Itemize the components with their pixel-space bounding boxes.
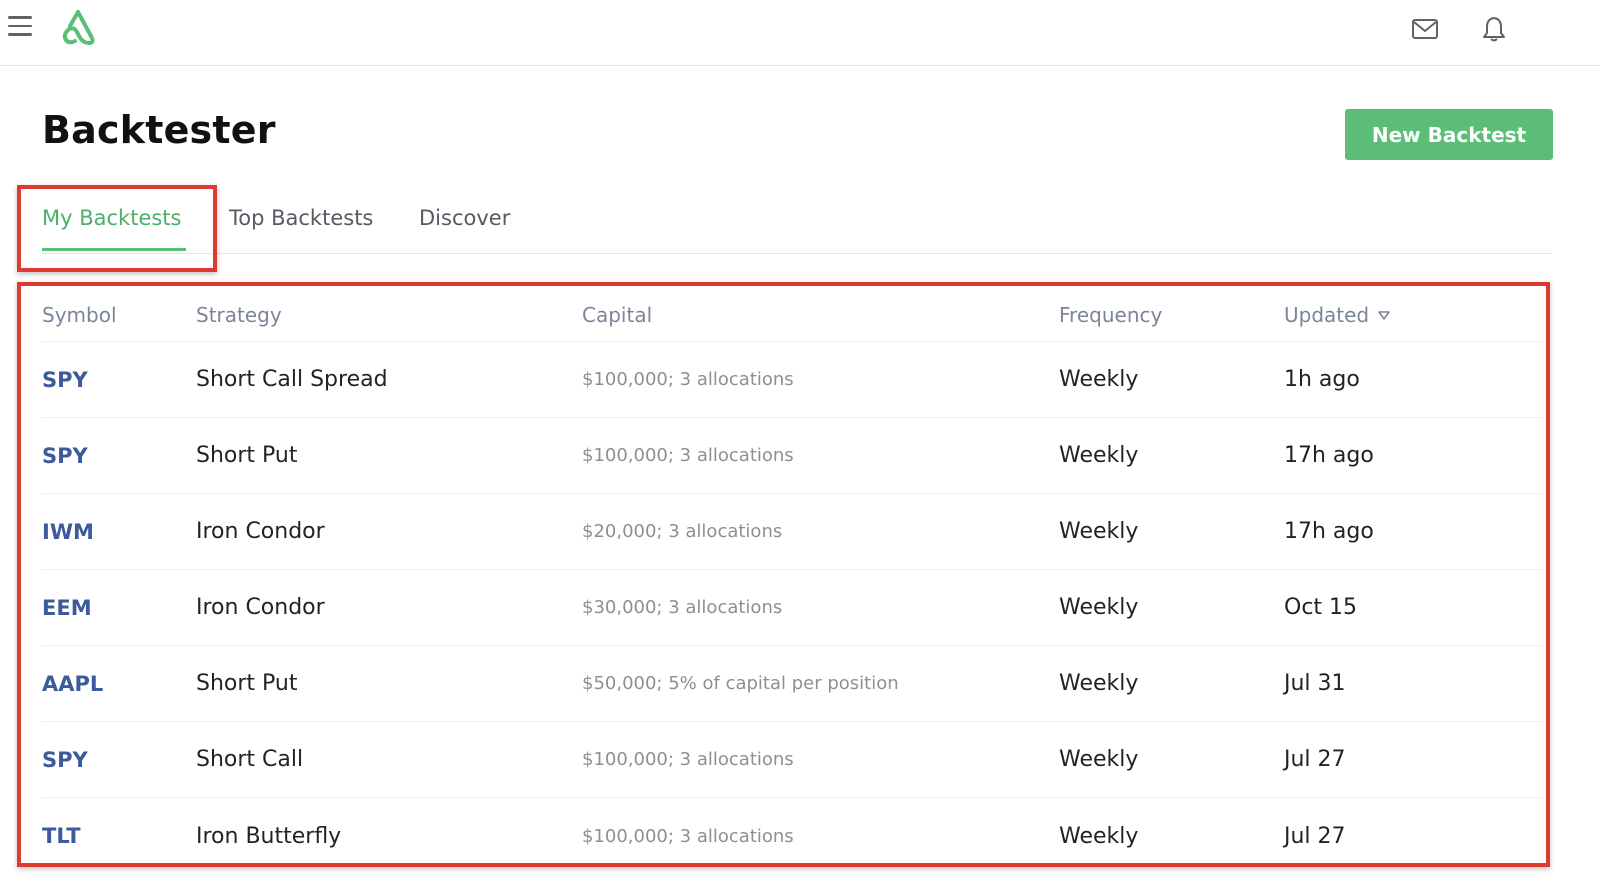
new-backtest-button[interactable]: New Backtest (1345, 109, 1553, 160)
capital-cell: $100,000; 3 allocations (582, 825, 794, 847)
table-row[interactable]: IWM Iron Condor $20,000; 3 allocations W… (42, 494, 1542, 570)
symbol-link[interactable]: EEM (42, 570, 92, 645)
capital-cell: $100,000; 3 allocations (582, 445, 794, 466)
tab-top-backtests[interactable]: Top Backtests (229, 206, 373, 251)
column-header-frequency[interactable]: Frequency (1059, 288, 1162, 341)
table-row[interactable]: TLT Iron Butterfly $100,000; 3 allocatio… (42, 798, 1542, 874)
bell-icon[interactable] (1479, 14, 1509, 44)
table-row[interactable]: SPY Short Call Spread $100,000; 3 alloca… (42, 342, 1542, 418)
strategy-cell: Short Call (196, 747, 304, 772)
symbol-link[interactable]: SPY (42, 418, 88, 493)
capital-cell: $100,000; 3 allocations (582, 749, 794, 770)
top-bar (0, 0, 1600, 66)
updated-cell: 1h ago (1284, 367, 1360, 392)
frequency-cell: Weekly (1059, 595, 1139, 620)
mail-icon[interactable] (1410, 14, 1440, 44)
updated-cell: Jul 31 (1284, 671, 1346, 696)
frequency-cell: Weekly (1059, 519, 1139, 544)
frequency-cell: Weekly (1059, 747, 1139, 772)
frequency-cell: Weekly (1059, 671, 1139, 696)
table-header: Symbol Strategy Capital Frequency Update… (42, 288, 1542, 342)
column-header-updated-label: Updated (1284, 302, 1370, 327)
frequency-cell: Weekly (1059, 443, 1139, 468)
updated-cell: Oct 15 (1284, 595, 1358, 620)
symbol-link[interactable]: IWM (42, 494, 94, 569)
updated-cell: 17h ago (1284, 519, 1374, 544)
page-title: Backtester (42, 108, 276, 152)
symbol-link[interactable]: SPY (42, 342, 88, 417)
strategy-cell: Iron Condor (196, 519, 325, 544)
backtests-table: Symbol Strategy Capital Frequency Update… (42, 288, 1542, 874)
tab-discover[interactable]: Discover (419, 206, 510, 251)
strategy-cell: Short Call Spread (196, 367, 388, 392)
updated-cell: Jul 27 (1284, 823, 1346, 849)
symbol-link[interactable]: AAPL (42, 646, 103, 721)
strategy-cell: Short Put (196, 443, 298, 468)
strategy-cell: Short Put (196, 671, 298, 696)
frequency-cell: Weekly (1059, 367, 1139, 392)
table-row[interactable]: AAPL Short Put $50,000; 5% of capital pe… (42, 646, 1542, 722)
column-header-strategy[interactable]: Strategy (196, 288, 282, 341)
symbol-link[interactable]: SPY (42, 722, 88, 797)
strategy-cell: Iron Condor (196, 595, 325, 620)
sort-desc-icon[interactable] (1377, 308, 1391, 322)
table-row[interactable]: SPY Short Put $100,000; 3 allocations We… (42, 418, 1542, 494)
brand-logo-icon[interactable] (56, 8, 100, 48)
updated-cell: 17h ago (1284, 443, 1374, 468)
column-header-updated[interactable]: Updated (1284, 288, 1391, 341)
strategy-cell: Iron Butterfly (196, 823, 342, 849)
capital-cell: $100,000; 3 allocations (582, 369, 794, 390)
capital-cell: $30,000; 3 allocations (582, 597, 783, 618)
column-header-capital[interactable]: Capital (582, 288, 652, 341)
frequency-cell: Weekly (1059, 823, 1139, 849)
symbol-link[interactable]: TLT (42, 798, 81, 874)
capital-cell: $50,000; 5% of capital per position (582, 673, 899, 694)
updated-cell: Jul 27 (1284, 747, 1346, 772)
tab-bar: My Backtests Top Backtests Discover (42, 190, 1552, 254)
table-row[interactable]: EEM Iron Condor $30,000; 3 allocations W… (42, 570, 1542, 646)
tab-my-backtests[interactable]: My Backtests (42, 206, 186, 251)
capital-cell: $20,000; 3 allocations (582, 521, 783, 542)
column-header-symbol[interactable]: Symbol (42, 288, 117, 341)
table-row[interactable]: SPY Short Call $100,000; 3 allocations W… (42, 722, 1542, 798)
hamburger-menu-icon[interactable] (8, 16, 32, 38)
